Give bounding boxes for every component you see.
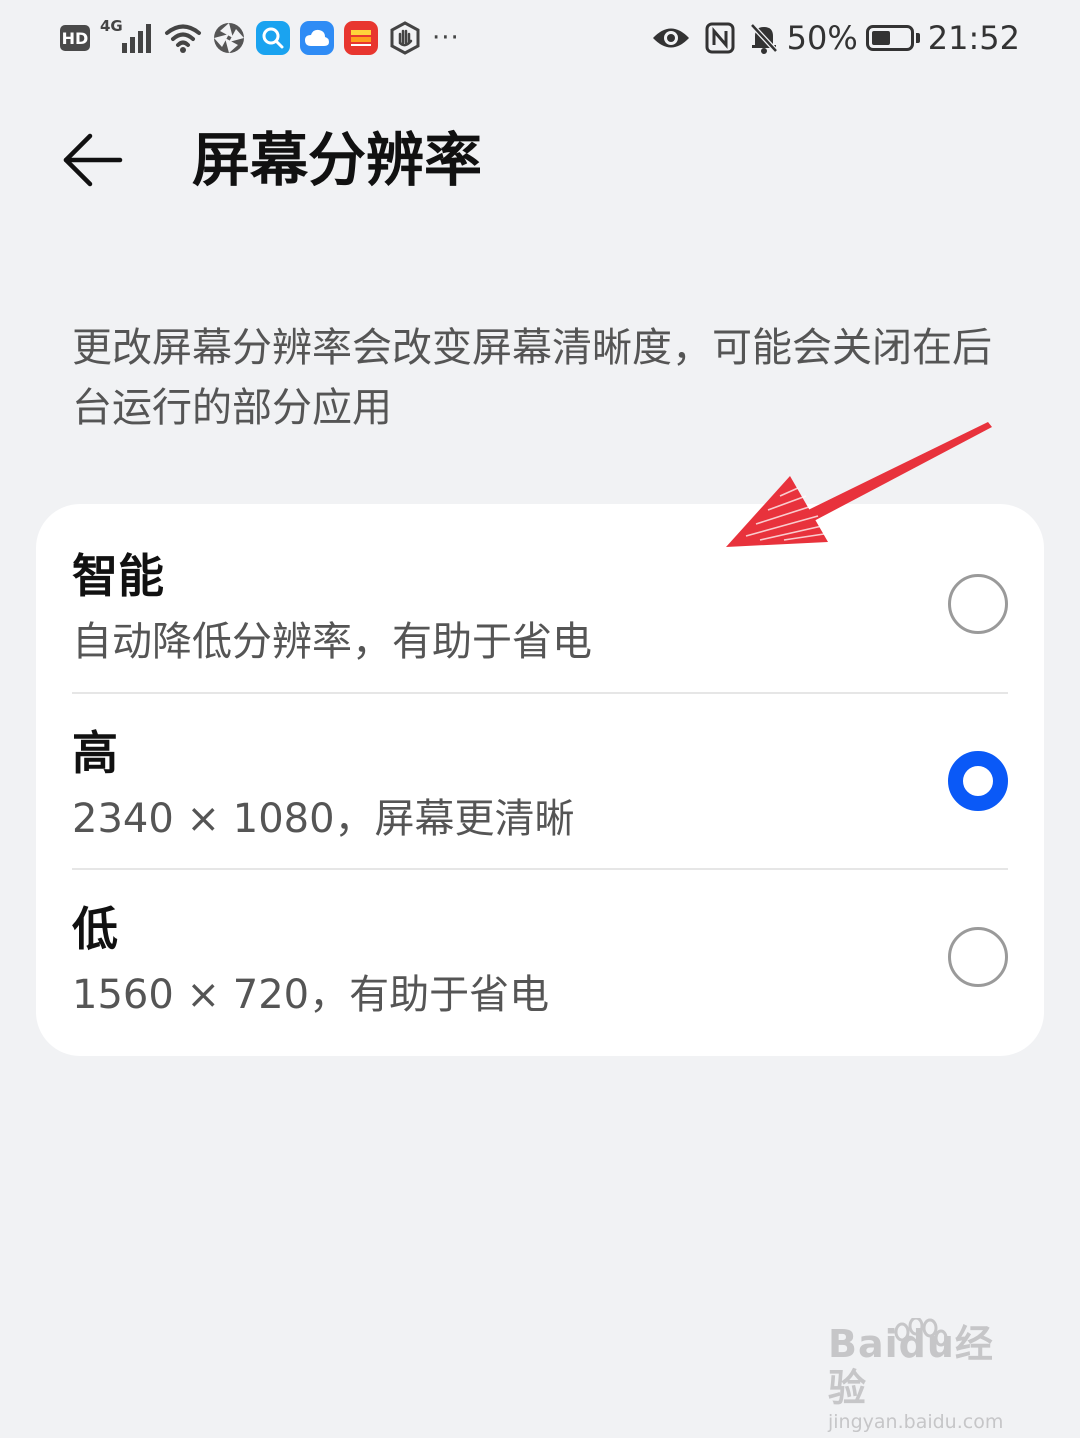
page-title: 屏幕分辨率 (192, 126, 483, 194)
search-app-icon (256, 21, 290, 55)
battery-percent: 50% (786, 19, 858, 57)
status-bar: HD 4G ··· 50% 21:52 (0, 0, 1080, 78)
network-type-label: 4G (100, 17, 123, 35)
option-low[interactable]: 低 1560 × 720，有助于省电 (36, 869, 1044, 1045)
more-notifications-icon: ··· (432, 23, 460, 53)
option-high[interactable]: 高 2340 × 1080，屏幕更清晰 (36, 693, 1044, 869)
radio-button[interactable] (948, 574, 1008, 634)
status-bar-right: 50% 21:52 (651, 14, 1020, 62)
cloud-app-icon (300, 21, 334, 55)
signal-icon: 4G (100, 17, 154, 55)
mute-bell-icon (749, 22, 779, 54)
news-app-icon (344, 21, 378, 55)
baidu-watermark: Baidu经验 jingyan.baidu.com (828, 1318, 1028, 1434)
aperture-icon (212, 21, 246, 55)
option-description: 2340 × 1080，屏幕更清晰 (72, 796, 575, 842)
option-title: 智能 (72, 549, 164, 603)
radio-button[interactable] (948, 751, 1008, 811)
annotation-arrow-icon (726, 422, 992, 547)
eye-comfort-icon (651, 25, 691, 51)
paw-logo-icon (894, 1318, 948, 1347)
radio-button[interactable] (948, 927, 1008, 987)
wifi-icon (164, 22, 202, 54)
battery-icon (865, 25, 920, 51)
back-arrow-icon (63, 133, 123, 187)
watermark-url: jingyan.baidu.com (828, 1411, 1004, 1433)
battery-level (871, 31, 890, 45)
option-title: 高 (72, 726, 118, 780)
clock: 21:52 (927, 19, 1020, 57)
back-button[interactable] (60, 118, 150, 202)
option-description: 1560 × 720，有助于省电 (72, 972, 550, 1018)
nfc-icon (705, 22, 735, 54)
hand-shield-icon (388, 21, 422, 55)
option-title: 低 (72, 902, 118, 956)
option-description: 自动降低分辨率，有助于省电 (72, 619, 592, 665)
resolution-options-card: 智能 自动降低分辨率，有助于省电 高 2340 × 1080，屏幕更清晰 低 1… (36, 504, 1044, 1056)
status-bar-left: HD 4G ··· (60, 14, 470, 62)
hd-badge: HD (60, 25, 90, 51)
